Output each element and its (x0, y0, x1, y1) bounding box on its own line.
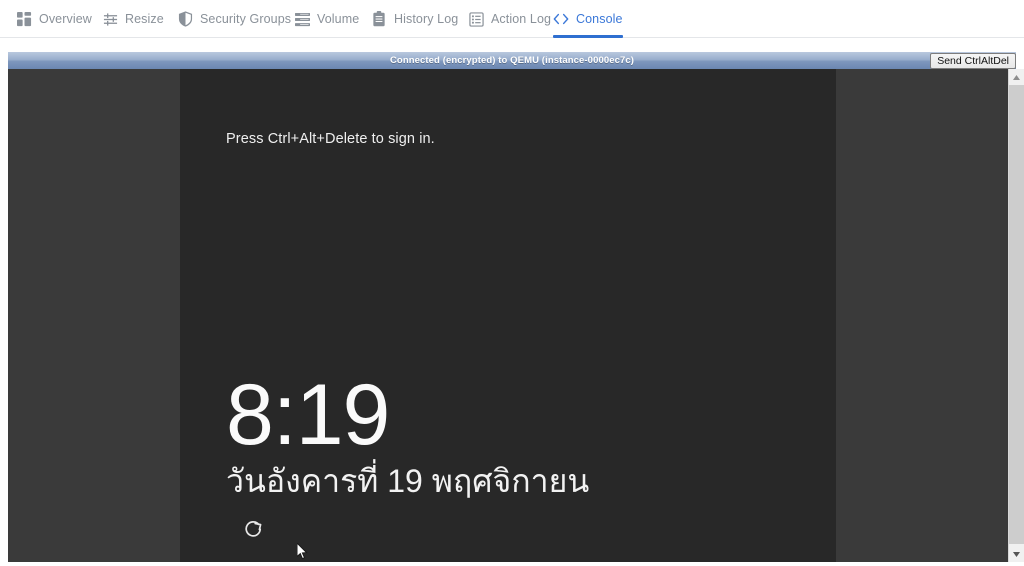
tab-security-groups[interactable]: Security Groups (177, 0, 291, 38)
vnc-console-frame: Connected (encrypted) to QEMU (instance-… (8, 52, 1024, 562)
tab-overview[interactable]: Overview (16, 0, 92, 38)
lockscreen-clock: 8:19 (226, 367, 390, 463)
tab-action-log-label: Action Log (491, 12, 552, 26)
clipboard-icon (371, 11, 387, 27)
power-restart-icon[interactable] (244, 519, 266, 541)
tab-resize[interactable]: Resize (102, 0, 164, 38)
tab-resize-label: Resize (125, 12, 164, 26)
sliders-icon (102, 11, 118, 27)
vnc-connection-status: Connected (encrypted) to QEMU (instance-… (389, 55, 635, 66)
tab-security-groups-label: Security Groups (200, 12, 292, 26)
scroll-down-arrow-icon[interactable] (1009, 546, 1024, 562)
instance-detail-tabbar: Overview Resize Security Groups Volume H… (0, 0, 1024, 38)
console-vertical-scrollbar[interactable] (1008, 69, 1024, 562)
vnc-titlebar: Connected (encrypted) to QEMU (instance-… (8, 52, 1016, 69)
tab-console-label: Console (576, 12, 623, 26)
tab-history-log-label: History Log (394, 12, 459, 26)
press-ctrl-alt-delete-hint: Press Ctrl+Alt+Delete to sign in. (226, 131, 435, 147)
tab-console[interactable]: Console (553, 0, 623, 38)
send-ctrl-alt-del-button[interactable]: Send CtrlAltDel (930, 53, 1016, 69)
tab-action-log[interactable]: Action Log (468, 0, 551, 38)
lockscreen-date: วันอังคารที่ 19 พฤศจิกายน (226, 463, 590, 499)
tab-history-log[interactable]: History Log (371, 0, 458, 38)
shield-icon (177, 11, 193, 27)
code-icon (553, 11, 569, 27)
active-tab-underline (553, 35, 623, 38)
tab-overview-label: Overview (39, 12, 92, 26)
scroll-up-arrow-icon[interactable] (1009, 69, 1024, 85)
grid-icon (16, 11, 32, 27)
list-box-icon (468, 11, 484, 27)
tab-volume[interactable]: Volume (294, 0, 359, 38)
scroll-thumb[interactable] (1009, 85, 1024, 544)
tab-volume-label: Volume (317, 12, 360, 26)
console-screen[interactable]: Press Ctrl+Alt+Delete to sign in. 8:19 ว… (8, 69, 1008, 562)
stack-icon (294, 11, 310, 27)
